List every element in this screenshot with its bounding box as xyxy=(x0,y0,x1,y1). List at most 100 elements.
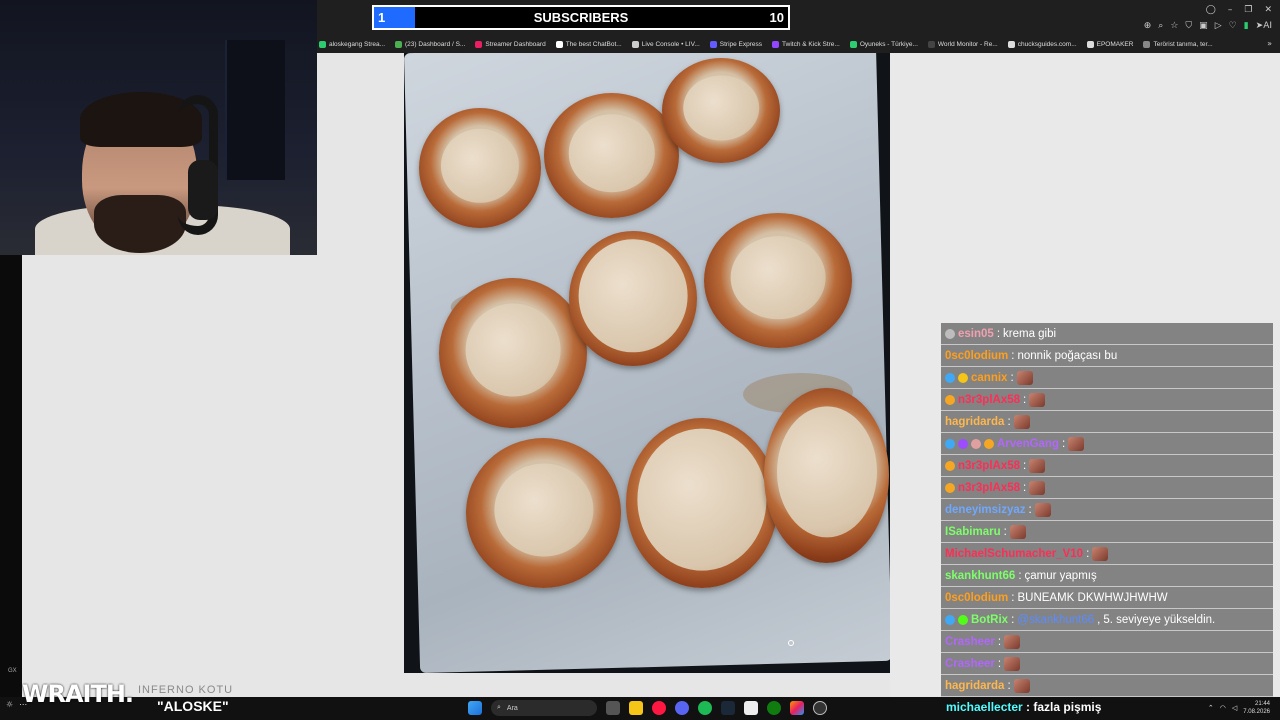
steam-icon[interactable] xyxy=(721,701,735,715)
bookmark-item[interactable]: The best ChatBot... xyxy=(555,41,622,48)
opera-gx-icon[interactable] xyxy=(652,701,666,715)
extensions-icon[interactable]: ▣ xyxy=(1199,22,1208,31)
wallet-icon[interactable]: ▮ xyxy=(1244,22,1249,31)
chat-icon[interactable]: ◯ xyxy=(1206,5,1216,15)
chat-text: fazla pişmiş xyxy=(1033,700,1102,714)
chat-mention[interactable]: @skankhunt66 xyxy=(1017,614,1094,626)
chat-colon: : xyxy=(1010,371,1014,384)
chat-username[interactable]: ArvenGang xyxy=(997,438,1059,450)
chat-username[interactable]: Crasheer xyxy=(945,636,995,648)
chat-username[interactable]: skankhunt66 xyxy=(945,570,1015,582)
subscriber-label: SUBSCRIBERS xyxy=(533,10,629,25)
bookmark-label: Oyuneks - Türkiye... xyxy=(859,41,918,48)
volume-icon[interactable]: ◁ xyxy=(1232,704,1237,712)
bookmark-label: World Monitor - Re... xyxy=(937,41,998,48)
chat-username[interactable]: 0sc0lodium xyxy=(945,350,1008,362)
side-badge: GX xyxy=(8,668,17,674)
more-bookmarks-icon[interactable]: » xyxy=(1267,39,1272,48)
bookmark-item[interactable]: Oyuneks - Türkiye... xyxy=(849,41,918,48)
chat-emote-icon xyxy=(1029,458,1046,473)
shield-icon[interactable]: ⛉ xyxy=(1185,22,1192,31)
task-view-icon[interactable] xyxy=(606,701,620,715)
chat-colon: : xyxy=(1022,700,1034,714)
spotify-icon[interactable] xyxy=(698,701,712,715)
taskbar-apps: ⌕ Ara xyxy=(468,700,827,716)
chat-emote-icon xyxy=(1013,414,1030,429)
chat-username[interactable]: MichaelSchumacher_V10 xyxy=(945,548,1083,560)
search-icon[interactable]: ⌕ xyxy=(1158,22,1163,31)
zoom-icon[interactable]: ⊕ xyxy=(1144,22,1152,31)
obs-icon[interactable] xyxy=(813,701,827,715)
chat-username[interactable]: hagridarda xyxy=(945,680,1004,692)
bookmark-item[interactable]: Twitch & Kick Stre... xyxy=(772,41,840,48)
minimize-icon[interactable]: – xyxy=(1228,5,1233,15)
bookmark-favicon-icon xyxy=(772,41,780,48)
chat-username[interactable]: n3r3plAx58 xyxy=(958,482,1020,494)
chat-emote-icon xyxy=(1004,634,1021,649)
bookmark-favicon-icon xyxy=(849,41,857,48)
taskbar-search[interactable]: ⌕ Ara xyxy=(491,700,597,716)
chat-badge-icon xyxy=(958,438,968,449)
weather-icon[interactable]: ☼ xyxy=(6,700,13,709)
chat-message: 0sc0lodium: nonnik poğaçası bu xyxy=(941,345,1273,367)
chat-username[interactable]: 0sc0lodium xyxy=(945,592,1008,604)
bookmark-item[interactable]: aloskegang Strea... xyxy=(319,41,385,48)
chat-colon: : xyxy=(1011,613,1015,626)
bookmark-favicon-icon xyxy=(395,41,403,48)
chat-badge-icon xyxy=(945,372,955,383)
mouse-cursor xyxy=(788,640,794,646)
chat-text: BUNEAMK DKWHWJHWHW xyxy=(1017,591,1168,604)
bookmark-label: Twitch & Kick Stre... xyxy=(782,41,840,48)
chat-username[interactable]: cannix xyxy=(971,372,1007,384)
chevron-up-icon[interactable]: ⌃ xyxy=(1208,704,1214,712)
clock[interactable]: 21:44 7.08.2026 xyxy=(1243,700,1270,716)
bookmark-favicon-icon xyxy=(927,41,935,48)
file-explorer-icon[interactable] xyxy=(629,701,643,715)
chat-username[interactable]: Crasheer xyxy=(945,658,995,670)
roll xyxy=(704,213,852,348)
windows-start-icon[interactable] xyxy=(468,701,482,715)
background-shelf xyxy=(225,40,285,180)
close-icon[interactable]: ✕ xyxy=(1264,5,1272,15)
bookmark-item[interactable]: World Monitor - Re... xyxy=(927,41,998,48)
chat-colon: : xyxy=(1023,481,1027,494)
bookmark-item[interactable]: Streamer Dashboard xyxy=(475,41,546,48)
clock-time: 21:44 xyxy=(1254,701,1270,707)
bookmark-item[interactable]: Live Console • LIV... xyxy=(631,41,700,48)
bookmark-item[interactable]: Terörist tanıma, ter... xyxy=(1143,41,1213,48)
bookmark-label: Live Console • LIV... xyxy=(641,41,700,48)
chat-text: çamur yapmış xyxy=(1024,569,1097,582)
chat-message: cannix: xyxy=(941,367,1273,389)
chat-username[interactable]: hagridarda xyxy=(945,416,1004,428)
chat-username[interactable]: esin05 xyxy=(958,328,994,340)
bookmark-favicon-icon xyxy=(1086,41,1094,48)
chat-username[interactable]: ISabimaru xyxy=(945,526,1001,538)
wifi-icon[interactable]: ◠ xyxy=(1220,704,1226,712)
system-tray: ⌃ ◠ ◁ 21:44 7.08.2026 xyxy=(1208,700,1270,716)
ai-button[interactable]: ➤AI xyxy=(1256,22,1272,31)
chat-username[interactable]: n3r3plAx58 xyxy=(958,394,1020,406)
bookmark-item[interactable]: EPOMAKER xyxy=(1086,41,1133,48)
chat-message: n3r3plAx58: xyxy=(941,455,1273,477)
bookmark-star-icon[interactable]: ☆ xyxy=(1170,22,1178,31)
stream-scene: ◯ – ❐ ✕ ⊕ ⌕ ☆ ⛉ ▣ ▷ ♡ ▮ ➤AI aloskegang S… xyxy=(0,0,1280,720)
bookmark-item[interactable]: (23) Dashboard / S... xyxy=(395,41,465,48)
bookmark-item[interactable]: chucksguides.com... xyxy=(1007,41,1077,48)
capcut-icon[interactable] xyxy=(744,701,758,715)
maximize-icon[interactable]: ❐ xyxy=(1244,5,1252,15)
chat-username[interactable]: n3r3plAx58 xyxy=(958,460,1020,472)
paint-icon[interactable] xyxy=(790,701,804,715)
chat-username[interactable]: deneyimsizyaz xyxy=(945,504,1026,516)
chat-colon: : xyxy=(1003,525,1007,538)
chat-message: ArvenGang: xyxy=(941,433,1273,455)
xbox-icon[interactable] xyxy=(767,701,781,715)
search-placeholder: Ara xyxy=(506,704,518,712)
chat-message: ISabimaru: xyxy=(941,521,1273,543)
chat-username[interactable]: BotRix xyxy=(971,614,1008,626)
discord-icon[interactable] xyxy=(675,701,689,715)
play-icon[interactable]: ▷ xyxy=(1215,22,1222,31)
bookmark-item[interactable]: Stripe Express xyxy=(709,41,762,48)
chat-overlay: esin05: krema gibi 0sc0lodium: nonnik poğaç… xyxy=(941,323,1273,697)
heart-icon[interactable]: ♡ xyxy=(1229,22,1237,31)
chat-badge-icon xyxy=(971,438,981,449)
